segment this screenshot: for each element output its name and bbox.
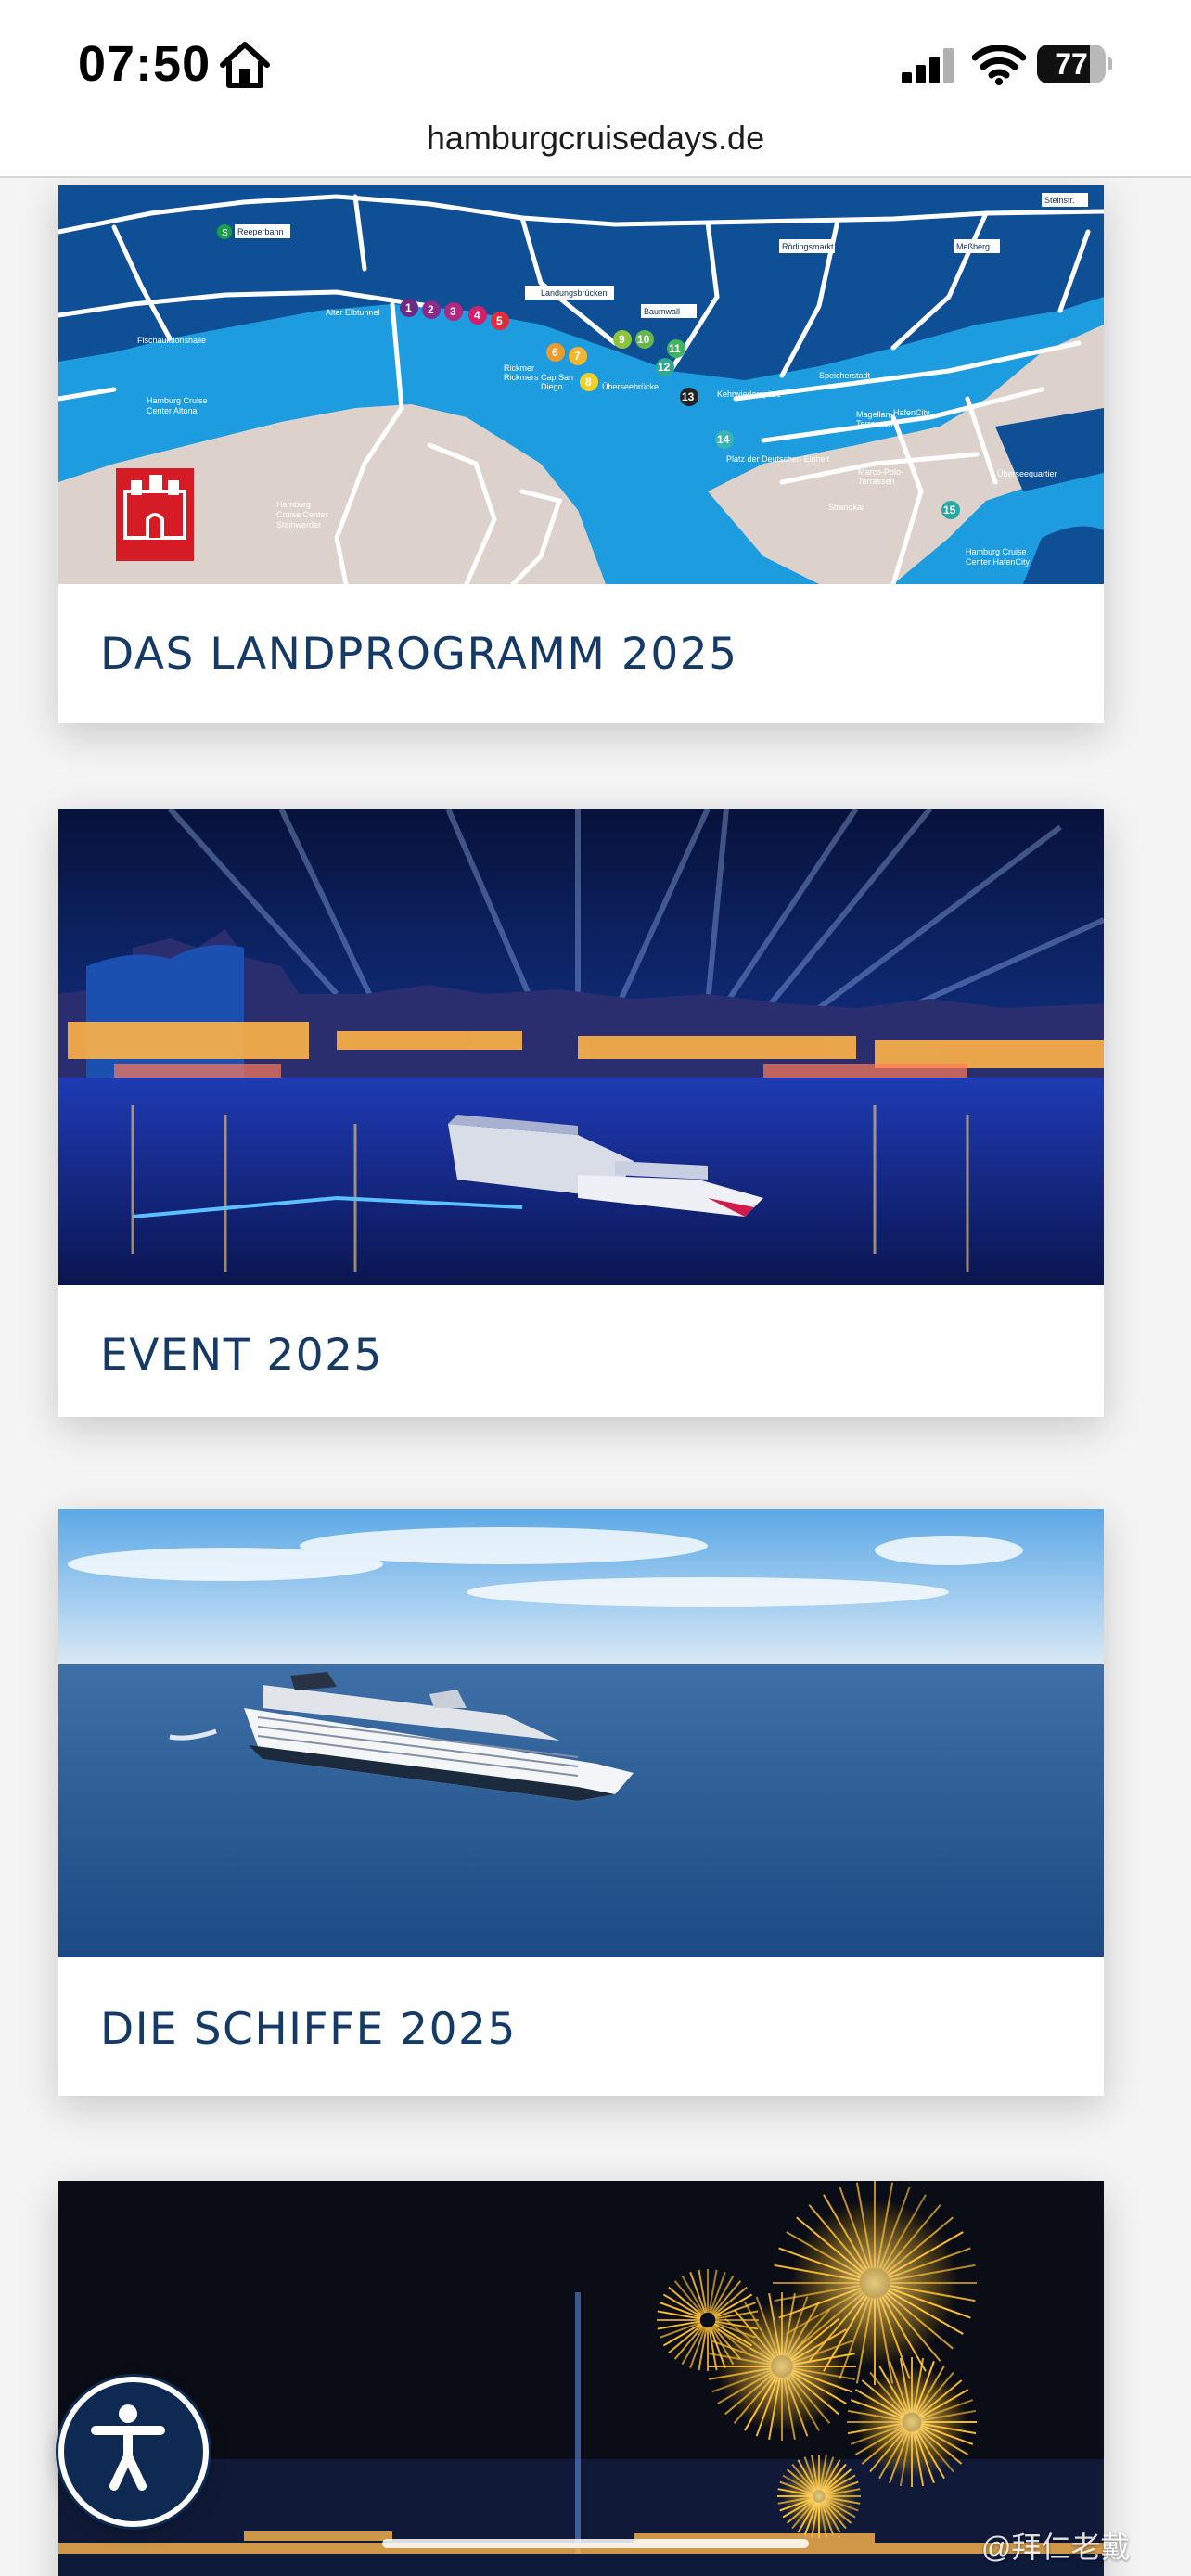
accessibility-person-icon <box>64 2382 192 2510</box>
svg-text:Steinstr.: Steinstr. <box>1044 196 1075 205</box>
watermark: @拜仁老戴 <box>981 2524 1131 2567</box>
harbour-night-image[interactable] <box>58 809 1104 1285</box>
svg-text:Magellan-: Magellan- <box>856 410 893 419</box>
svg-text:8: 8 <box>585 376 592 389</box>
svg-text:15: 15 <box>943 504 956 516</box>
svg-text:6: 6 <box>552 346 558 359</box>
svg-text:S: S <box>222 228 228 238</box>
svg-text:HafenCity: HafenCity <box>893 408 930 417</box>
card-title-schiffe[interactable]: DIE SCHIFFE 2025 <box>100 2004 517 2055</box>
svg-text:13: 13 <box>682 390 695 403</box>
svg-text:11: 11 <box>669 342 681 355</box>
wifi-icon <box>972 43 1026 85</box>
card-title-event[interactable]: EVENT 2025 <box>100 1330 383 1381</box>
svg-text:Speicherstadt: Speicherstadt <box>819 371 871 380</box>
status-time: 07:50 <box>78 35 211 93</box>
svg-text:Kehrwiederspitze: Kehrwiederspitze <box>717 389 781 399</box>
svg-text:Meßberg: Meßberg <box>956 242 990 251</box>
svg-text:Strandkai: Strandkai <box>828 503 864 512</box>
svg-text:Terrassen: Terrassen <box>856 419 893 428</box>
card-event[interactable]: EVENT 2025 <box>58 809 1104 1417</box>
svg-text:Cap San: Cap San <box>541 373 573 382</box>
battery-icon: 77 <box>1037 45 1111 83</box>
svg-text:Reeperbahn: Reeperbahn <box>237 227 284 236</box>
svg-text:Terrassen: Terrassen <box>858 477 895 486</box>
svg-text:5: 5 <box>496 314 503 327</box>
svg-text:12: 12 <box>658 361 671 374</box>
svg-text:Steinwerder: Steinwerder <box>276 520 321 529</box>
svg-text:10: 10 <box>637 333 650 346</box>
card-fireworks[interactable] <box>58 2181 1104 2576</box>
svg-text:Rickmers: Rickmers <box>504 373 539 382</box>
svg-text:Rickmer: Rickmer <box>504 363 534 373</box>
svg-text:3: 3 <box>450 305 456 318</box>
svg-text:Rödingsmarkt: Rödingsmarkt <box>782 242 834 251</box>
svg-text:Fischauktionshalle: Fischauktionshalle <box>137 336 206 345</box>
svg-text:4: 4 <box>474 309 480 322</box>
hamburg-crest-icon <box>116 468 194 561</box>
card-schiffe[interactable]: DIE SCHIFFE 2025 <box>58 1509 1104 2096</box>
svg-text:Alter Elbtunnel: Alter Elbtunnel <box>326 308 380 317</box>
page-content: S Reeperbahn Fischauktionshalle Alter El… <box>0 178 1191 2576</box>
url-text[interactable]: hamburgcruisedays.de <box>0 119 1191 158</box>
svg-text:Hamburg Cruise: Hamburg Cruise <box>147 396 208 405</box>
svg-text:1: 1 <box>405 301 412 314</box>
svg-text:Landungsbrücken: Landungsbrücken <box>541 288 608 298</box>
svg-text:Platz der Deutschen Einheit: Platz der Deutschen Einheit <box>726 454 830 464</box>
home-indicator[interactable] <box>382 2539 809 2548</box>
card-title-landprogramm[interactable]: DAS LANDPROGRAMM 2025 <box>100 629 738 680</box>
svg-text:Marco-Polo-: Marco-Polo- <box>858 467 903 477</box>
svg-text:7: 7 <box>574 350 581 363</box>
accessibility-button[interactable] <box>58 2377 209 2527</box>
harbour-map-image[interactable]: S Reeperbahn Fischauktionshalle Alter El… <box>58 185 1104 584</box>
svg-text:2: 2 <box>428 303 434 316</box>
svg-text:Überseebrücke: Überseebrücke <box>602 382 659 391</box>
svg-text:Baumwall: Baumwall <box>644 307 680 316</box>
svg-text:Hamburg Cruise: Hamburg Cruise <box>966 547 1027 556</box>
browser-url-bar[interactable]: hamburgcruisedays.de <box>0 109 1191 178</box>
battery-level: 77 <box>1037 45 1106 83</box>
card-landprogramm[interactable]: S Reeperbahn Fischauktionshalle Alter El… <box>58 185 1104 723</box>
fireworks-image[interactable] <box>58 2181 1104 2576</box>
svg-text:Diego: Diego <box>541 382 563 391</box>
house-icon <box>219 41 271 89</box>
svg-text:Hamburg: Hamburg <box>276 500 311 509</box>
cellular-signal-icon <box>900 48 957 83</box>
svg-text:Center HafenCity: Center HafenCity <box>966 557 1031 567</box>
svg-text:Cruise Center: Cruise Center <box>276 510 328 519</box>
cruise-ship-image[interactable] <box>58 1509 1104 1957</box>
svg-text:14: 14 <box>717 433 730 446</box>
svg-text:Center Altona: Center Altona <box>147 406 198 415</box>
svg-text:Überseequartier: Überseequartier <box>997 469 1057 478</box>
status-bar: 07:50 77 <box>0 0 1191 121</box>
svg-text:9: 9 <box>619 333 625 346</box>
